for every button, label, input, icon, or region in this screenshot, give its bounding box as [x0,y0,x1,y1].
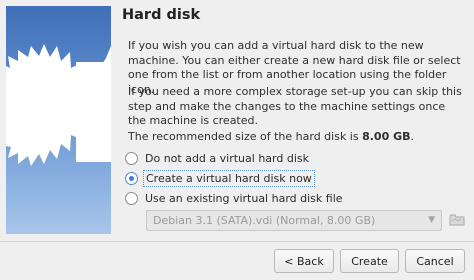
cancel-button[interactable]: Cancel [405,249,465,273]
page-title: Hard disk [122,7,201,23]
folder-icon [449,214,465,226]
create-button[interactable]: Create [340,249,399,273]
chevron-down-icon[interactable]: ▼ [428,215,435,225]
radio-label-create-disk[interactable]: Create a virtual hard disk now [143,169,315,187]
wizard-banner [6,6,111,234]
wizard-star-burst-icon [6,44,111,166]
radio-no-disk[interactable]: Do not add a virtual hard disk [125,150,311,166]
radio-existing-disk[interactable]: Use an existing virtual hard disk file [125,190,345,206]
recommended-size-value: 8.00 GB [362,130,411,143]
choose-disk-file-button[interactable] [448,211,466,229]
radio-label-existing-disk[interactable]: Use an existing virtual hard disk file [143,191,345,206]
radio-button-create-disk[interactable] [125,171,138,185]
existing-disk-value: Debian 3.1 (SATA).vdi (Normal, 8.00 GB) [153,214,376,227]
storage-hint-text: If you need a more complex storage set-u… [128,85,462,127]
radio-button-no-disk[interactable] [125,151,138,165]
footer-separator [0,241,474,242]
existing-disk-select[interactable]: Debian 3.1 (SATA).vdi (Normal, 8.00 GB) … [146,210,442,231]
recommended-size-text: The recommended size of the hard disk is… [128,130,462,145]
radio-label-no-disk[interactable]: Do not add a virtual hard disk [143,151,311,166]
back-button[interactable]: < Back [274,249,334,273]
radio-create-disk[interactable]: Create a virtual hard disk now [125,169,315,187]
radio-button-existing-disk[interactable] [125,191,138,205]
recommended-size-suffix: . [410,130,414,143]
recommended-size-prefix: The recommended size of the hard disk is [128,130,363,143]
